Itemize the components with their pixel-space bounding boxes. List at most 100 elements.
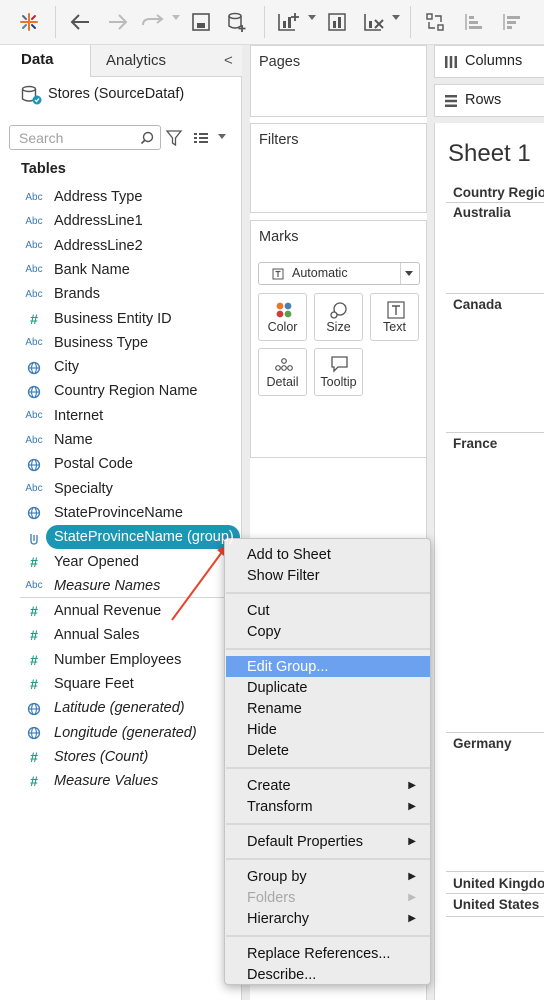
field-internet[interactable]: Abc Internet	[0, 404, 242, 428]
field-address-type[interactable]: Abc Address Type	[0, 185, 242, 209]
redo-icon[interactable]	[138, 7, 168, 37]
globe-icon	[22, 722, 46, 743]
filter-icon[interactable]	[165, 129, 183, 147]
row-header-united-kingdom[interactable]: United Kingdo	[453, 876, 544, 891]
menu-item-label: Hide	[247, 721, 277, 738]
tableau-logo-icon[interactable]	[14, 7, 44, 37]
field-label: StateProvinceName	[54, 504, 183, 521]
menu-item-describe[interactable]: Describe...	[226, 964, 430, 985]
field-label: Annual Revenue	[54, 603, 162, 619]
menu-item-transform[interactable]: Transform ▶	[226, 796, 430, 817]
column-header: Country Regio	[453, 185, 544, 200]
menu-item-edit-group[interactable]: Edit Group...	[226, 656, 430, 677]
field-addressline1[interactable]: Abc AddressLine1	[0, 209, 242, 233]
field-stateprovincename[interactable]: StateProvinceName	[0, 501, 242, 525]
menu-item-show-filter[interactable]: Show Filter	[226, 565, 430, 586]
pages-card[interactable]: Pages	[250, 45, 427, 117]
detail-label: Detail	[266, 375, 299, 389]
size-label: Size	[326, 320, 351, 334]
color-icon	[276, 302, 292, 318]
field-bank-name[interactable]: Abc Bank Name	[0, 258, 242, 282]
menu-item-hierarchy[interactable]: Hierarchy ▶	[226, 908, 430, 929]
field-specialty[interactable]: Abc Specialty	[0, 477, 242, 501]
field-brands[interactable]: Abc Brands	[0, 282, 242, 306]
filters-card[interactable]: Filters	[250, 123, 427, 213]
field-business-entity-id[interactable]: # Business Entity ID	[0, 307, 242, 331]
size-button[interactable]: Size	[314, 293, 363, 341]
field-label: Country Region Name	[54, 383, 198, 400]
row-header-australia[interactable]: Australia	[453, 205, 511, 220]
number-type-icon: #	[30, 675, 38, 692]
menu-item-delete[interactable]: Delete	[226, 740, 430, 761]
field-label: Measure Names	[54, 577, 161, 594]
new-worksheet-icon[interactable]	[272, 7, 304, 37]
tooltip-button[interactable]: Tooltip	[314, 348, 363, 396]
field-latitude-generated[interactable]: Latitude (generated)	[0, 696, 242, 720]
duplicate-sheet-icon[interactable]	[322, 7, 354, 37]
submenu-arrow-icon: ▶	[408, 871, 416, 882]
field-label: Postal Code	[54, 456, 133, 473]
menu-item-label: Folders	[247, 889, 296, 906]
field-stores-count[interactable]: # Stores (Count)	[0, 745, 242, 769]
datasource-name[interactable]: Stores (SourceDataf)	[48, 86, 184, 102]
field-business-type[interactable]: Abc Business Type	[0, 331, 242, 355]
rows-shelf[interactable]: Rows	[434, 84, 544, 117]
mark-type-dropdown[interactable]: Automatic	[258, 262, 420, 285]
menu-item-replace-references[interactable]: Replace References...	[226, 943, 430, 964]
save-icon[interactable]	[186, 7, 216, 37]
detail-button[interactable]: Detail	[258, 348, 307, 396]
field-measure-values[interactable]: # Measure Values	[0, 769, 242, 793]
toolbar	[0, 0, 544, 45]
swap-icon[interactable]	[420, 7, 450, 37]
forward-icon[interactable]	[102, 7, 134, 37]
field-square-feet[interactable]: # Square Feet	[0, 672, 242, 696]
tooltip-icon	[331, 356, 348, 373]
row-header-canada[interactable]: Canada	[453, 297, 502, 312]
menu-item-rename[interactable]: Rename	[226, 698, 430, 719]
clear-sheet-icon[interactable]	[358, 7, 390, 37]
row-header-france[interactable]: France	[453, 436, 497, 451]
menu-item-label: Default Properties	[247, 833, 364, 850]
field-label: AddressLine1	[54, 213, 143, 230]
menu-item-label: Edit Group...	[247, 658, 329, 675]
number-type-icon: #	[30, 651, 38, 668]
field-addressline2[interactable]: Abc AddressLine2	[0, 234, 242, 258]
field-longitude-generated[interactable]: Longitude (generated)	[0, 721, 242, 745]
field-city[interactable]: City	[0, 355, 242, 379]
field-label: Name	[54, 432, 93, 448]
field-country-region-name[interactable]: Country Region Name	[0, 379, 242, 403]
field-label: StateProvinceName (group)	[54, 529, 234, 546]
menu-item-add-to-sheet[interactable]: Add to Sheet	[226, 544, 430, 565]
sort-descending-icon[interactable]	[496, 7, 526, 37]
row-header-germany[interactable]: Germany	[453, 736, 512, 751]
view-options-icon[interactable]	[193, 131, 209, 145]
field-name[interactable]: Abc Name	[0, 428, 242, 452]
submenu-arrow-icon: ▶	[408, 836, 416, 847]
menu-item-label: Describe...	[247, 966, 317, 983]
menu-item-default-properties[interactable]: Default Properties ▶	[226, 831, 430, 852]
new-datasource-icon[interactable]	[222, 7, 252, 37]
menu-item-cut[interactable]: Cut	[226, 600, 430, 621]
menu-item-group-by[interactable]: Group by ▶	[226, 866, 430, 887]
text-icon	[387, 301, 405, 319]
menu-item-hide[interactable]: Hide	[226, 719, 430, 740]
back-icon[interactable]	[64, 7, 96, 37]
menu-item-copy[interactable]: Copy	[226, 621, 430, 642]
menu-item-duplicate[interactable]: Duplicate	[226, 677, 430, 698]
columns-shelf[interactable]: Columns	[434, 45, 544, 78]
number-type-icon: #	[30, 627, 38, 644]
tab-data[interactable]: Data	[0, 45, 90, 77]
field-number-employees[interactable]: # Number Employees	[0, 648, 242, 672]
sort-ascending-icon[interactable]	[458, 7, 488, 37]
text-mark-icon	[272, 268, 284, 280]
collapse-pane-icon[interactable]: <	[224, 52, 233, 69]
color-button[interactable]: Color	[258, 293, 307, 341]
text-button[interactable]: Text	[370, 293, 419, 341]
menu-item-create[interactable]: Create ▶	[226, 775, 430, 796]
tab-analytics[interactable]: Analytics	[90, 45, 242, 77]
marks-title: Marks	[259, 229, 299, 245]
field-postal-code[interactable]: Postal Code	[0, 452, 242, 476]
menu-separator	[226, 592, 430, 594]
search-input[interactable]: Search	[9, 125, 161, 150]
row-header-united-states[interactable]: United States	[453, 897, 539, 912]
